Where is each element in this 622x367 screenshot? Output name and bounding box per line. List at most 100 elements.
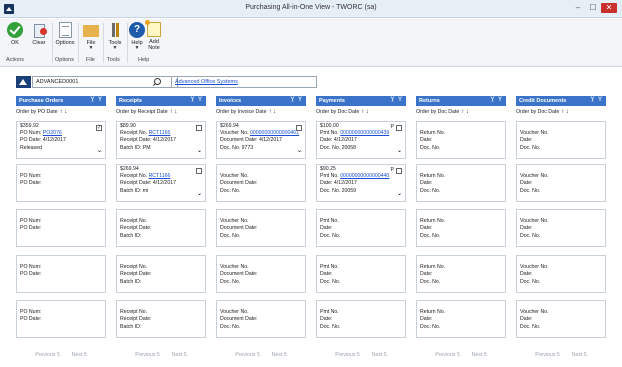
document-card[interactable]: PO Num: PO Date:: [16, 209, 106, 247]
previous-5-link[interactable]: Previous 5: [235, 352, 260, 358]
document-card[interactable]: $90.25 P Pmt No. 00000000000000440 Date: 4/…: [316, 164, 406, 202]
document-card[interactable]: Voucher No. Document Date: Doc. No.: [216, 164, 306, 202]
document-number-link[interactable]: 00000000000000461: [250, 130, 299, 136]
filter-icon[interactable]: Y̲ Y: [90, 97, 103, 103]
document-card[interactable]: Receipt No. Receipt Date: Batch ID:: [116, 209, 206, 247]
vendor-lookup-logo-icon[interactable]: [16, 76, 31, 88]
select-checkbox[interactable]: ✓: [96, 125, 102, 131]
document-number-link[interactable]: 00000000000000440: [340, 173, 389, 179]
expand-chevron-icon[interactable]: ⌄: [397, 147, 402, 154]
document-card[interactable]: Voucher No. Date: Doc. No.: [516, 164, 606, 202]
order-by-control[interactable]: Order by Doc Date ↑ ↓: [416, 109, 506, 117]
document-card[interactable]: Voucher No. Date: Doc. No.: [516, 300, 606, 338]
filter-icon[interactable]: Y̲ Y: [590, 97, 603, 103]
document-number-link[interactable]: RCT1165: [149, 130, 171, 136]
order-by-control[interactable]: Order by Receipt Date ↑ ↓: [116, 109, 206, 117]
card-number-row: Pmt No. 00000000000000439: [320, 130, 402, 137]
options-button[interactable]: Options: [54, 22, 76, 46]
card-spacer: [320, 211, 402, 218]
card-date-label: Receipt Date:: [120, 271, 152, 278]
expand-chevron-icon[interactable]: ⌄: [197, 190, 202, 197]
document-card[interactable]: Voucher No. Document Date: Doc. No.: [216, 255, 306, 293]
vendor-name-link[interactable]: Advanced Office Systems: [175, 79, 238, 85]
sort-arrows-icon[interactable]: ↑ ↓: [561, 109, 569, 115]
card-number-row: Voucher No.: [220, 264, 302, 271]
document-card[interactable]: Voucher No. Document Date: Doc. No.: [216, 209, 306, 247]
file-button[interactable]: File ▼: [80, 22, 102, 51]
next-5-link[interactable]: Next 5: [72, 352, 87, 358]
document-card[interactable]: PO Num: PO Date:: [16, 255, 106, 293]
order-by-control[interactable]: Order by Doc Date ↑ ↓: [316, 109, 406, 117]
card-number-label: Voucher No.: [220, 173, 249, 180]
document-card[interactable]: Return No. Date: Doc. No.: [416, 300, 506, 338]
add-note-button[interactable]: Add Note: [143, 20, 165, 51]
document-card[interactable]: Voucher No. Date: Doc. No.: [516, 209, 606, 247]
document-number-link[interactable]: 00000000000000439: [340, 130, 389, 136]
sort-arrows-icon[interactable]: ↑ ↓: [170, 109, 178, 115]
minimize-button[interactable]: –: [572, 3, 584, 13]
filter-icon[interactable]: Y̲ Y: [490, 97, 503, 103]
next-5-link[interactable]: Next 5: [372, 352, 387, 358]
document-card[interactable]: Receipt No. Receipt Date: Batch ID:: [116, 300, 206, 338]
expand-chevron-icon[interactable]: ⌄: [197, 147, 202, 154]
close-button[interactable]: ✕: [601, 3, 617, 13]
previous-5-link[interactable]: Previous 5: [35, 352, 60, 358]
document-card[interactable]: Receipt No. Receipt Date: Batch ID:: [116, 255, 206, 293]
search-icon[interactable]: [151, 77, 161, 87]
document-card[interactable]: $359.92 ✓ PO Num: PO2076 PO Date: 4/12/2017…: [16, 121, 106, 159]
card-batch-row: Batch ID:: [120, 324, 202, 331]
previous-5-link[interactable]: Previous 5: [535, 352, 560, 358]
order-by-control[interactable]: Order by PO Date ↑ ↓: [16, 109, 106, 117]
order-by-control[interactable]: Order by Invoice Date ↑ ↓: [216, 109, 306, 117]
document-card[interactable]: Return No. Date: Doc. No.: [416, 121, 506, 159]
document-card[interactable]: Pmt No. Date: Doc. No.: [316, 209, 406, 247]
expand-chevron-icon[interactable]: ⌄: [297, 147, 302, 154]
filter-icon[interactable]: Y̲ Y: [390, 97, 403, 103]
filter-icon[interactable]: Y̲ Y: [190, 97, 203, 103]
order-by-control[interactable]: Order by Doc Date ↑ ↓: [516, 109, 606, 117]
select-checkbox[interactable]: [396, 125, 402, 131]
select-checkbox[interactable]: [196, 125, 202, 131]
document-card[interactable]: PO Num: PO Date:: [16, 164, 106, 202]
select-checkbox[interactable]: [296, 125, 302, 131]
document-card[interactable]: $100.00 P Pmt No. 00000000000000439 Date: 4…: [316, 121, 406, 159]
card-doc-label: Doc. No.: [220, 232, 241, 239]
previous-5-link[interactable]: Previous 5: [435, 352, 460, 358]
next-5-link[interactable]: Next 5: [472, 352, 487, 358]
previous-5-link[interactable]: Previous 5: [135, 352, 160, 358]
document-card[interactable]: $89.90 Receipt No. RCT1165 Receipt Date: 4…: [116, 121, 206, 159]
document-card[interactable]: Return No. Date: Doc. No.: [416, 164, 506, 202]
next-5-link[interactable]: Next 5: [572, 352, 587, 358]
sort-arrows-icon[interactable]: ↑ ↓: [60, 109, 68, 115]
next-5-link[interactable]: Next 5: [172, 352, 187, 358]
next-5-link[interactable]: Next 5: [272, 352, 287, 358]
clear-button[interactable]: Clear: [28, 22, 50, 46]
select-checkbox[interactable]: [196, 168, 202, 174]
document-card[interactable]: Voucher No. Date: Doc. No.: [516, 255, 606, 293]
document-card[interactable]: PO Num: PO Date:: [16, 300, 106, 338]
group-label-options: Options: [55, 57, 74, 63]
card-spacer: [220, 211, 302, 218]
expand-chevron-icon[interactable]: ⌄: [97, 147, 102, 154]
ok-button[interactable]: OK: [4, 22, 26, 46]
document-number-link[interactable]: PO2076: [43, 130, 62, 136]
filter-icon[interactable]: Y̲ Y: [290, 97, 303, 103]
document-card[interactable]: $269.94 Receipt No. RCT1166 Receipt Date: …: [116, 164, 206, 202]
document-card[interactable]: Pmt No. Date: Doc. No.: [316, 255, 406, 293]
document-card[interactable]: Return No. Date: Doc. No.: [416, 255, 506, 293]
maximize-button[interactable]: ☐: [587, 3, 599, 13]
sort-arrows-icon[interactable]: ↑ ↓: [461, 109, 469, 115]
sort-arrows-icon[interactable]: ↑ ↓: [361, 109, 369, 115]
document-number-link[interactable]: RCT1166: [149, 173, 171, 179]
document-card[interactable]: Return No. Date: Doc. No.: [416, 209, 506, 247]
previous-5-link[interactable]: Previous 5: [335, 352, 360, 358]
document-card[interactable]: $269.94 Voucher No. 00000000000000461 Docu…: [216, 121, 306, 159]
expand-chevron-icon[interactable]: ⌄: [397, 190, 402, 197]
select-checkbox[interactable]: [396, 168, 402, 174]
tools-button[interactable]: Tools ▼: [104, 22, 126, 51]
card-doc-label: Doc. No.: [320, 323, 341, 330]
document-card[interactable]: Pmt No. Date: Doc. No.: [316, 300, 406, 338]
document-card[interactable]: Voucher No. Date: Doc. No.: [516, 121, 606, 159]
document-card[interactable]: Voucher No. Document Date: Doc. No.: [216, 300, 306, 338]
sort-arrows-icon[interactable]: ↑ ↓: [268, 109, 276, 115]
